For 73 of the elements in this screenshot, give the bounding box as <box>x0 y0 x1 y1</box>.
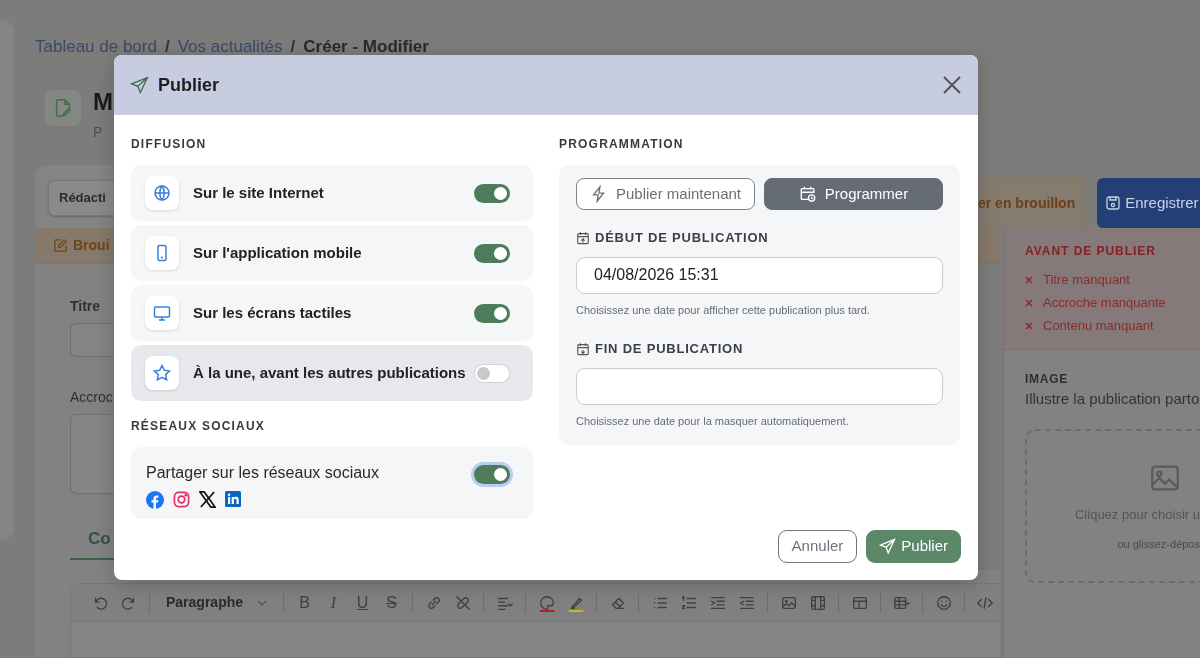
channel-label: À la une, avant les autres publications <box>193 362 467 383</box>
help-text: Choisissez une date pour afficher cette publication plus tard. <box>576 302 871 318</box>
toggle-switch[interactable] <box>474 243 510 263</box>
editor-tab[interactable]: Rédacti <box>48 180 114 216</box>
breadcrumb-current: Créer - Modifier <box>303 36 429 58</box>
checklist-item: Contenu manquant <box>1043 317 1154 335</box>
cross-icon <box>1025 275 1033 284</box>
cross-icon <box>1025 321 1033 330</box>
date-input[interactable]: 04/08/2026 15:31 <box>576 256 943 294</box>
channel-label: Sur l'application mobile <box>193 242 363 263</box>
section-description: Illustre la publication parto <box>1025 389 1200 409</box>
block-format-dropdown[interactable]: Paragraphe <box>156 592 278 613</box>
field-label: Titre <box>70 297 102 316</box>
field-label: Accroc <box>70 388 114 407</box>
calendar-clock-icon <box>798 185 817 203</box>
caret-icon <box>257 599 268 606</box>
help-text: Choisissez une date pour la masquer automatiquement. <box>576 413 850 429</box>
underline-button[interactable]: U <box>348 590 378 615</box>
lightning-icon <box>589 185 608 203</box>
schedule-mode-button[interactable]: Programmer <box>764 178 943 210</box>
block-format-label: Paragraphe <box>166 593 244 612</box>
close-icon[interactable] <box>942 75 962 95</box>
channel-row[interactable]: Sur le site Internet <box>131 165 533 221</box>
facebook-logo-icon <box>146 491 164 509</box>
publish-button[interactable]: Publier <box>866 530 961 563</box>
status-label: Broui <box>73 236 110 255</box>
social-share-label: Partager sur les réseaux sociaux <box>146 463 380 483</box>
dropzone-hint: ou glissez-dépos <box>1117 537 1200 552</box>
cancel-button[interactable]: Annuler <box>777 530 858 563</box>
x-logo-icon <box>199 491 216 508</box>
smartphone-icon <box>145 236 179 270</box>
paper-plane-icon <box>130 75 149 95</box>
toggle-switch[interactable] <box>474 363 510 383</box>
calendar-up-icon <box>576 230 590 245</box>
instagram-logo-icon <box>173 491 190 508</box>
toggle-switch[interactable] <box>474 465 510 484</box>
bold-button[interactable]: B <box>290 590 319 615</box>
toggle-switch[interactable] <box>474 303 510 323</box>
save-button[interactable]: Enregistrer <box>1097 178 1200 228</box>
date-input[interactable] <box>576 367 943 405</box>
section-heading: PROGRAMMATION <box>559 136 685 153</box>
dialog-title: Publier <box>158 73 219 97</box>
toggle-switch[interactable] <box>474 183 510 203</box>
channel-label: Sur les écrans tactiles <box>193 302 353 323</box>
breadcrumb-separator: / <box>290 36 296 58</box>
schedule-mode-button[interactable]: Publier maintenant <box>576 178 755 210</box>
page-title: M <box>93 90 113 114</box>
edit-icon <box>53 238 68 253</box>
paper-plane-icon <box>879 538 897 555</box>
draft-button[interactable]: er en brouillon <box>978 178 1087 228</box>
channel-row[interactable]: Sur l'application mobile <box>131 225 533 281</box>
breadcrumb-separator: / <box>164 36 170 58</box>
cross-icon <box>1025 298 1033 307</box>
section-heading: RÉSEAUX SOCIAUX <box>131 417 267 435</box>
linkedin-logo-icon <box>225 491 241 507</box>
title-input[interactable] <box>70 323 114 357</box>
section-heading: DIFFUSION <box>131 136 208 153</box>
field-label: DÉBUT DE PUBLICATION <box>595 229 769 247</box>
breadcrumb-link[interactable]: Tableau de bord <box>35 34 157 60</box>
checklist-title: AVANT DE PUBLIER <box>1025 243 1157 260</box>
calendar-down-icon <box>576 341 590 356</box>
globe-icon <box>145 176 179 210</box>
checklist-item: Titre manquant <box>1043 271 1130 289</box>
document-edit-icon <box>45 90 81 126</box>
field-label: FIN DE PUBLICATION <box>595 340 744 358</box>
channel-row[interactable]: Sur les écrans tactiles <box>131 285 533 341</box>
checklist-item: Accroche manquante <box>1043 294 1166 312</box>
monitor-icon <box>145 296 179 330</box>
section-title: IMAGE <box>1025 371 1069 388</box>
strikethrough-button[interactable]: S <box>377 590 407 615</box>
channel-label: Sur le site Internet <box>193 182 325 203</box>
channel-row[interactable]: À la une, avant les autres publications <box>131 345 533 401</box>
italic-button[interactable]: I <box>319 590 349 615</box>
